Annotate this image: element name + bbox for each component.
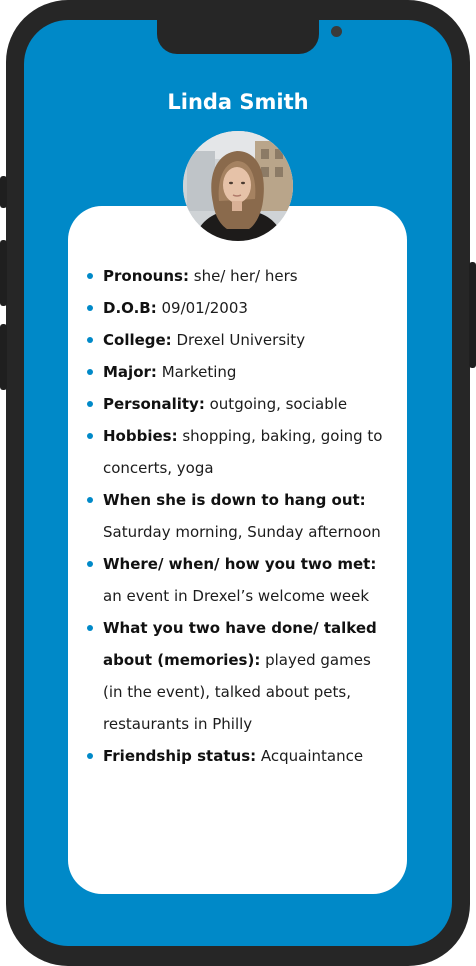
detail-value: she/ her/ hers [193,267,298,285]
detail-label: Friendship status: [103,747,257,765]
detail-item: What you two have done/ talked about (me… [87,612,393,740]
detail-label: Hobbies: [103,427,178,445]
detail-value: 09/01/2003 [161,299,248,317]
detail-label: Major: [103,363,157,381]
side-button-volume-up [0,240,7,306]
profile-name: Linda Smith [167,90,309,114]
detail-label: When she is down to hang out: [103,491,366,509]
detail-item: Where/ when/ how you two met: an event i… [87,548,393,612]
detail-value: an event in Drexel’s welcome week [103,587,370,605]
detail-item: Hobbies: shopping, baking, going to conc… [87,420,393,484]
side-button-volume-down [0,324,7,390]
detail-item: College: Drexel University [87,324,393,356]
detail-label: Pronouns: [103,267,189,285]
notch [157,0,342,54]
profile-details-list: Pronouns: she/ her/ hers D.O.B: 09/01/200… [87,260,393,772]
detail-value: Acquaintance [260,747,364,765]
detail-value: Marketing [161,363,237,381]
detail-label: Personality: [103,395,205,413]
detail-label: College: [103,331,172,349]
side-button-power [469,262,476,368]
detail-item: When she is down to hang out: Saturday m… [87,484,393,548]
side-button-mute [0,176,7,208]
avatar [183,131,293,241]
detail-item: Personality: outgoing, sociable [87,388,393,420]
detail-item: D.O.B: 09/01/2003 [87,292,393,324]
detail-value: Saturday morning, Sunday afternoon [103,523,381,541]
detail-item: Pronouns: she/ her/ hers [87,260,393,292]
detail-value: Drexel University [176,331,306,349]
detail-label: D.O.B: [103,299,157,317]
detail-item: Major: Marketing [87,356,393,388]
detail-label: Where/ when/ how you two met: [103,555,377,573]
detail-item: Friendship status: Acquaintance [87,740,393,772]
detail-value: outgoing, sociable [209,395,348,413]
camera-icon [331,26,342,37]
